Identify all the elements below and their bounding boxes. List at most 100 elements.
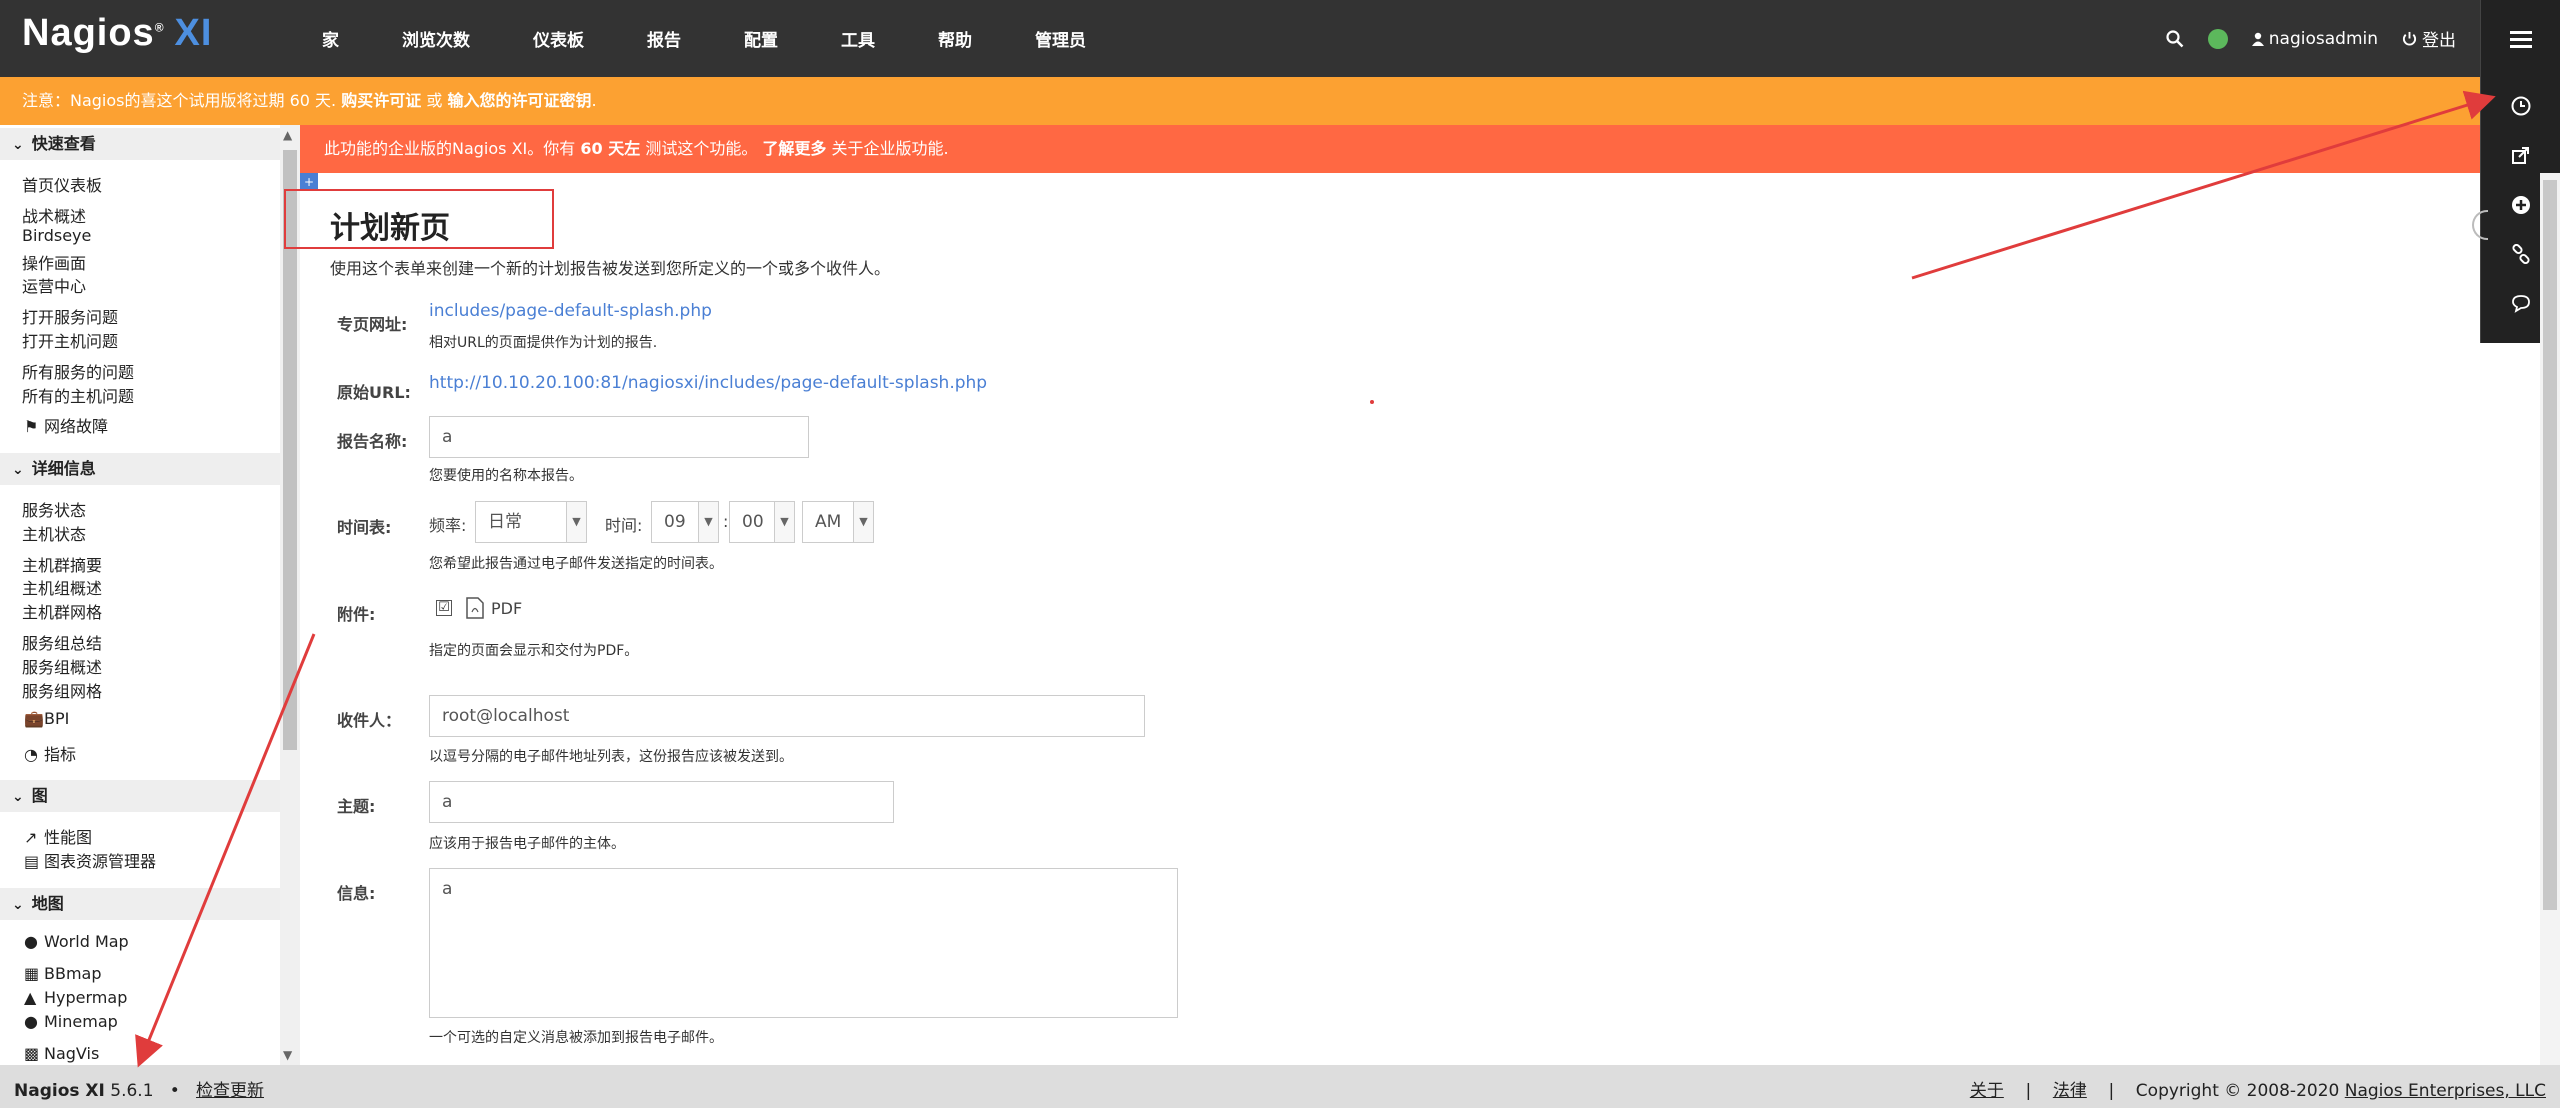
nav-dashboards[interactable]: 仪表板 — [533, 26, 584, 51]
sidebar-item-servicegroup-grid[interactable]: 服务组网格 — [22, 678, 102, 702]
chevron-down-icon: ⌄ — [12, 137, 24, 153]
recipients-input[interactable] — [429, 695, 1145, 737]
learn-more-link[interactable]: 了解更多 — [762, 139, 826, 158]
chevron-down-icon: ▼ — [853, 502, 873, 542]
sidebar-item-network-outages[interactable]: ⚑ 网络故障 — [24, 413, 108, 437]
frequency-label: 频率: — [429, 516, 467, 535]
chevron-down-icon: ⌄ — [12, 462, 24, 478]
nav-configure[interactable]: 配置 — [744, 26, 778, 51]
main-nav: 家 浏览次数 仪表板 报告 配置 工具 帮助 管理员 — [322, 0, 1149, 77]
sidebar-item-performance-graphs[interactable]: ↗ 性能图 — [24, 824, 92, 848]
sidebar-item-world-map[interactable]: ● World Map — [24, 932, 129, 951]
buy-license-link[interactable]: 购买许可证 — [341, 91, 421, 110]
sidebar-item-bpi[interactable]: 💼BPI — [24, 709, 69, 728]
sidebar-item-host-status[interactable]: 主机状态 — [22, 521, 86, 545]
enterprise-feature-banner: 此功能的企业版的Nagios XI。你有 60 天左 测试这个功能。 了解更多 … — [300, 125, 2480, 173]
ampm-select[interactable]: AM ▼ — [802, 501, 874, 543]
copyright-text: Copyright © 2008-2020 — [2135, 1081, 2340, 1101]
report-name-input[interactable] — [429, 416, 809, 458]
map-icon: ▤ — [24, 852, 40, 871]
sidebar-item-servicegroup-overview[interactable]: 服务组概述 — [22, 654, 102, 678]
user-menu[interactable]: nagiosadmin — [2251, 28, 2378, 49]
sidebar-item-servicegroup-summary[interactable]: 服务组总结 — [22, 630, 102, 654]
nav-views[interactable]: 浏览次数 — [402, 26, 470, 51]
attachment-hint: 指定的页面会显示和交付为PDF。 — [429, 643, 639, 659]
sidebar-item-bbmap[interactable]: ▦ BBmap — [24, 964, 102, 983]
minute-select[interactable]: 00 ▼ — [729, 501, 795, 543]
nav-tools[interactable]: 工具 — [841, 26, 875, 51]
frequency-select[interactable]: 日常 ▼ — [475, 501, 587, 543]
page-url-value[interactable]: includes/page-default-splash.php — [429, 301, 712, 321]
report-name-hint: 您要使用的名称本报告。 — [429, 468, 583, 484]
nav-home[interactable]: 家 — [322, 26, 339, 51]
message-hint: 一个可选的自定义消息被添加到报告电子邮件。 — [429, 1030, 723, 1046]
sidebar-item-graph-explorer[interactable]: ▤ 图表资源管理器 — [24, 848, 156, 872]
content-scroll-thumb[interactable] — [2543, 180, 2557, 910]
section-graphs[interactable]: ⌄ 图 — [0, 780, 280, 812]
recipients-label: 收件人： — [337, 711, 402, 730]
enter-license-link[interactable]: 输入您的许可证密钥 — [447, 91, 591, 110]
nav-admin[interactable]: 管理员 — [1035, 26, 1086, 51]
sidebar-item-operations-center[interactable]: 运营中心 — [22, 273, 86, 297]
recipients-hint: 以逗号分隔的电子邮件地址列表，这份报告应该被发送到。 — [429, 749, 793, 765]
sidebar-item-open-host-problems[interactable]: 打开主机问题 — [22, 328, 118, 352]
clock-icon[interactable] — [2481, 91, 2560, 121]
username: nagiosadmin — [2268, 28, 2378, 49]
schedule-label: 时间表: — [337, 518, 392, 537]
nav-reports[interactable]: 报告 — [647, 26, 681, 51]
page-url-label: 专页网址: — [337, 315, 408, 334]
chevron-down-icon: ▼ — [774, 502, 794, 542]
nagios-logo[interactable]: Nagios® XI — [22, 12, 212, 55]
section-maps[interactable]: ⌄ 地图 — [0, 888, 280, 920]
sidebar-item-minemap[interactable]: ● Minemap — [24, 1012, 118, 1031]
original-url-label: 原始URL: — [337, 383, 411, 402]
check-updates-link[interactable]: 检查更新 — [196, 1081, 264, 1101]
sidebar-item-birdseye[interactable]: Birdseye — [22, 226, 91, 245]
section-details[interactable]: ⌄ 详细信息 — [0, 453, 280, 485]
section-quick-view[interactable]: ⌄ 快速查看 — [0, 128, 280, 160]
nav-help[interactable]: 帮助 — [938, 26, 972, 51]
pdf-checkbox[interactable]: ☑ — [436, 600, 452, 616]
sidebar-item-all-host-problems[interactable]: 所有的主机问题 — [22, 383, 134, 407]
pdf-label: PDF — [491, 599, 523, 618]
scroll-down-arrow[interactable]: ▼ — [283, 1048, 292, 1062]
about-link[interactable]: 关于 — [1970, 1081, 2004, 1101]
sidebar-item-hostgroup-grid[interactable]: 主机群网格 — [22, 599, 102, 623]
sidebar-item-open-service-problems[interactable]: 打开服务问题 — [22, 304, 118, 328]
footer: Nagios XI 5.6.1 • 检查更新 关于 | 法律 | Copyrig… — [0, 1065, 2560, 1108]
sidebar-item-hypermap[interactable]: ▲ Hypermap — [24, 988, 127, 1007]
sidebar-item-all-service-problems[interactable]: 所有服务的问题 — [22, 359, 134, 383]
chevron-down-icon: ⌄ — [12, 789, 24, 805]
sidebar-item-operations-screen[interactable]: 操作画面 — [22, 250, 86, 274]
sidebar-item-home-dashboard[interactable]: 首页仪表板 — [22, 172, 102, 196]
scroll-up-arrow[interactable]: ▲ — [283, 128, 292, 142]
subject-input[interactable] — [429, 781, 894, 823]
chevron-down-icon: ⌄ — [12, 897, 24, 913]
sidebar-item-hostgroup-overview[interactable]: 主机组概述 — [22, 575, 102, 599]
original-url-value[interactable]: http://10.10.20.100:81/nagiosxi/includes… — [429, 373, 987, 393]
sidebar-item-tactical-overview[interactable]: 战术概述 — [22, 203, 86, 227]
hour-select[interactable]: 09 ▼ — [651, 501, 719, 543]
sidebar-item-service-status[interactable]: 服务状态 — [22, 497, 86, 521]
sidebar-item-nagvis[interactable]: ▩ NagVis — [24, 1044, 99, 1063]
left-sidebar: ⌄ 快速查看 首页仪表板 战术概述 Birdseye 操作画面 运营中心 打开服务… — [0, 125, 280, 1065]
page-description: 使用这个表单来创建一个新的计划报告被发送到您所定义的一个或多个收件人。 — [330, 259, 891, 278]
sidebar-item-hostgroup-summary[interactable]: 主机群摘要 — [22, 552, 102, 576]
schedule-hint: 您希望此报告通过电子邮件发送指定的时间表。 — [429, 556, 723, 572]
legal-link[interactable]: 法律 — [2053, 1081, 2087, 1101]
message-textarea[interactable]: a — [429, 868, 1178, 1018]
company-link[interactable]: Nagios Enterprises, LLC — [2345, 1081, 2546, 1101]
status-ok-icon[interactable] — [2207, 28, 2228, 49]
logout-link[interactable]: 登出 — [2402, 26, 2456, 51]
gauge-icon: ◔ — [24, 745, 38, 764]
time-label: 时间: — [605, 516, 643, 535]
search-icon[interactable] — [2166, 29, 2184, 48]
line-chart-icon: ↗ — [24, 828, 38, 847]
hamburger-menu-icon[interactable] — [2481, 24, 2560, 54]
share-icon[interactable] — [2481, 140, 2560, 170]
sidebar-item-metrics[interactable]: ◔ 指标 — [24, 741, 76, 765]
report-name-label: 报告名称: — [337, 432, 408, 451]
annotation-highlight-box — [284, 189, 554, 249]
attachment-label: 附件: — [337, 605, 376, 624]
subject-hint: 应该用于报告电子邮件的主体。 — [429, 836, 625, 852]
